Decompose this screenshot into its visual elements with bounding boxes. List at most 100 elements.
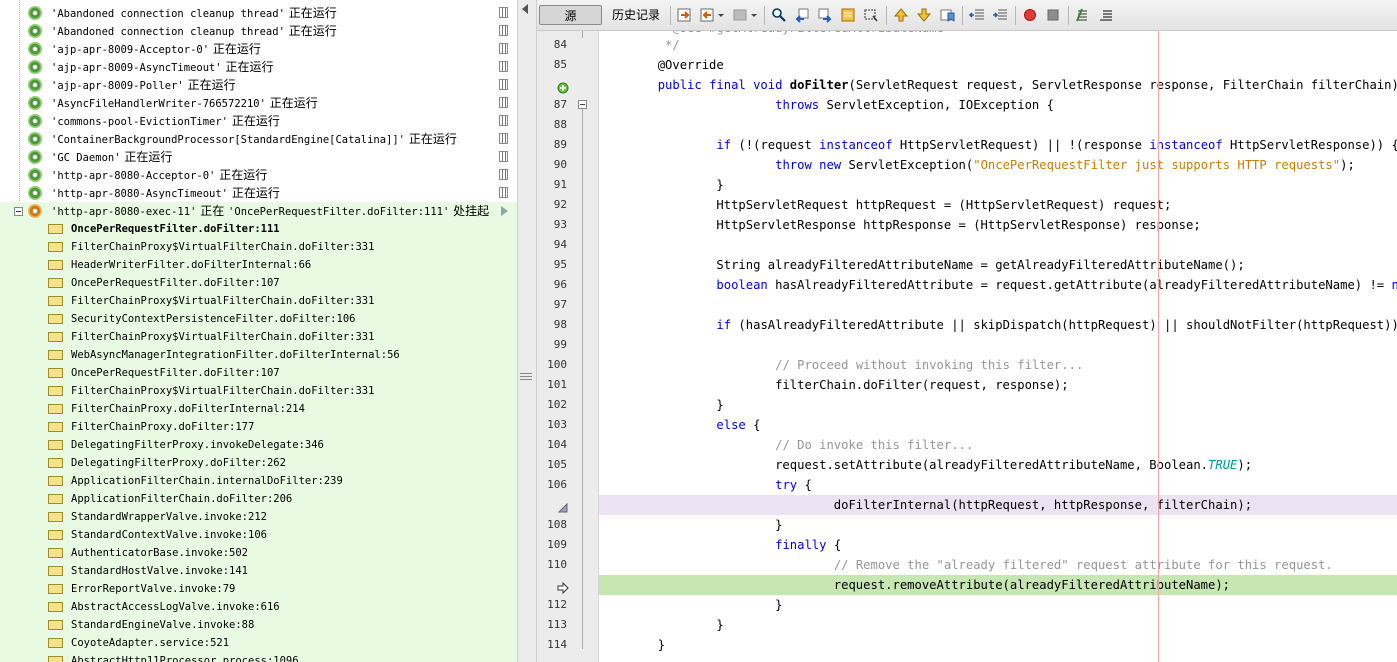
call-stack-frame[interactable]: HeaderWriterFilter.doFilterInternal:66 [0, 256, 517, 274]
thread-row[interactable]: 'Abandoned connection cleanup thread' 正在… [0, 4, 517, 22]
thread-row[interactable]: 'ajp-apr-8009-AsyncTimeout' 正在运行 [0, 58, 517, 76]
line-number[interactable]: 100 [537, 355, 567, 375]
thread-row[interactable]: 'ajp-apr-8009-Poller' 正在运行 [0, 76, 517, 94]
code-line[interactable]: } [599, 395, 1397, 415]
thread-row[interactable]: 'AsyncFileHandlerWriter-766572210' 正在运行 [0, 94, 517, 112]
expand-toggle-icon[interactable] [14, 207, 23, 216]
find-previous-icon[interactable] [794, 7, 810, 23]
stop-macro-recording-icon[interactable] [1045, 7, 1061, 23]
thread-row[interactable]: 'http-apr-8080-AsyncTimeout' 正在运行 [0, 184, 517, 202]
code-line[interactable]: // Do invoke this filter... [599, 435, 1397, 455]
back-dropdown-icon[interactable] [717, 7, 725, 23]
breakpoint-annotation-icon[interactable] [557, 499, 569, 513]
current-execution-line[interactable]: request.removeAttribute(alreadyFilteredA… [599, 575, 1397, 595]
thread-row[interactable]: 'ContainerBackgroundProcessor[StandardEn… [0, 130, 517, 148]
code-editor[interactable]: 84 85 87 88 89 90 91 92 93 94 95 96 97 98 99 100 101 102 1… [537, 31, 1397, 662]
find-icon[interactable] [771, 7, 787, 23]
program-counter-icon[interactable] [557, 579, 569, 595]
line-number[interactable]: 90 [537, 155, 567, 175]
line-number[interactable]: 101 [537, 375, 567, 395]
call-stack-frame[interactable]: FilterChainProxy$VirtualFilterChain.doFi… [0, 382, 517, 400]
panel-splitter[interactable] [517, 0, 537, 662]
code-line[interactable]: filterChain.doFilter(request, response); [599, 375, 1397, 395]
suspend-thread-icon[interactable] [499, 61, 508, 72]
code-line[interactable]: String alreadyFilteredAttributeName = ge… [599, 255, 1397, 275]
shift-line-left-icon[interactable] [969, 7, 985, 23]
thread-row-suspended[interactable]: 'http-apr-8080-exec-11' 正在 'OncePerReque… [0, 202, 517, 220]
call-stack-frame[interactable]: ApplicationFilterChain.internalDoFilter:… [0, 472, 517, 490]
toggle-highlight-icon[interactable] [840, 7, 856, 23]
code-line[interactable]: if (!(request instanceof HttpServletRequ… [599, 135, 1397, 155]
suspend-thread-icon[interactable] [499, 169, 508, 180]
call-stack-frame[interactable]: ErrorReportValve.invoke:79 [0, 580, 517, 598]
suspend-thread-icon[interactable] [499, 187, 508, 198]
line-number[interactable]: 112 [537, 595, 567, 615]
forward-icon[interactable] [733, 7, 749, 23]
line-number[interactable]: 114 [537, 635, 567, 655]
call-stack-frame[interactable]: AuthenticatorBase.invoke:502 [0, 544, 517, 562]
code-line[interactable]: else { [599, 415, 1397, 435]
tab-source[interactable]: 源 [539, 5, 602, 25]
call-stack-frame[interactable]: OncePerRequestFilter.doFilter:111 [0, 220, 517, 238]
call-stack-frame[interactable]: FilterChainProxy$VirtualFilterChain.doFi… [0, 292, 517, 310]
code-line[interactable]: // Remove the "already filtered" request… [599, 555, 1397, 575]
code-line[interactable]: } [599, 175, 1397, 195]
code-line[interactable]: } [599, 635, 1397, 655]
uncomment-icon[interactable] [1098, 7, 1114, 23]
line-number[interactable]: 88 [537, 115, 567, 135]
line-number[interactable]: 99 [537, 335, 567, 355]
code-line[interactable]: } [599, 515, 1397, 535]
code-line[interactable] [599, 295, 1397, 315]
code-line[interactable]: doFilterInternal(httpRequest, httpRespon… [599, 495, 1397, 515]
thread-row[interactable]: 'http-apr-8080-Acceptor-0' 正在运行 [0, 166, 517, 184]
suspend-thread-icon[interactable] [499, 79, 508, 90]
code-line[interactable]: finally { [599, 535, 1397, 555]
call-stack-frame[interactable]: FilterChainProxy.doFilterInternal:214 [0, 400, 517, 418]
code-line[interactable]: boolean hasAlreadyFilteredAttribute = re… [599, 275, 1397, 295]
code-line[interactable]: } [599, 595, 1397, 615]
comment-icon[interactable] [1075, 7, 1091, 23]
call-stack-frame[interactable]: AbstractAccessLogValve.invoke:616 [0, 598, 517, 616]
call-stack-frame[interactable]: SecurityContextPersistenceFilter.doFilte… [0, 310, 517, 328]
collapse-arrow-icon[interactable] [522, 4, 528, 14]
line-number[interactable]: 87 [537, 95, 567, 115]
suspend-thread-icon[interactable] [499, 115, 508, 126]
line-number[interactable]: 94 [537, 235, 567, 255]
line-number[interactable]: 84 [537, 35, 567, 55]
call-stack-frame[interactable]: ApplicationFilterChain.doFilter:206 [0, 490, 517, 508]
line-number[interactable]: 96 [537, 275, 567, 295]
code-line[interactable]: throw new ServletException("OncePerReque… [599, 155, 1397, 175]
back-icon[interactable] [700, 7, 716, 23]
call-stack-frame[interactable]: AbstractHttp11Processor.process:1096 [0, 652, 517, 662]
line-number[interactable]: 85 [537, 55, 567, 75]
code-line[interactable]: // Proceed without invoking this filter.… [599, 355, 1397, 375]
line-number[interactable]: 89 [537, 135, 567, 155]
line-number[interactable]: 108 [537, 515, 567, 535]
thread-row[interactable]: 'Abandoned connection cleanup thread' 正在… [0, 22, 517, 40]
line-number[interactable]: 110 [537, 555, 567, 575]
line-number[interactable]: 97 [537, 295, 567, 315]
line-number[interactable]: 102 [537, 395, 567, 415]
code-line[interactable]: HttpServletResponse httpResponse = (Http… [599, 215, 1397, 235]
code-line[interactable] [599, 235, 1397, 255]
call-stack-frame[interactable]: StandardWrapperValve.invoke:212 [0, 508, 517, 526]
code-line[interactable]: request.setAttribute(alreadyFilteredAttr… [599, 455, 1397, 475]
toggle-rectangular-selection-icon[interactable] [863, 7, 879, 23]
call-stack-frame[interactable]: StandardContextValve.invoke:106 [0, 526, 517, 544]
last-edit-icon[interactable] [677, 7, 693, 23]
suspend-thread-icon[interactable] [499, 151, 508, 162]
code-line[interactable]: HttpServletRequest httpRequest = (HttpSe… [599, 195, 1397, 215]
suspend-thread-icon[interactable] [499, 43, 508, 54]
call-stack-frame[interactable]: OncePerRequestFilter.doFilter:107 [0, 274, 517, 292]
line-number[interactable]: 113 [537, 615, 567, 635]
call-stack-frame[interactable]: FilterChainProxy$VirtualFilterChain.doFi… [0, 238, 517, 256]
tab-history[interactable]: 历史记录 [610, 5, 662, 25]
code-line[interactable]: public final void doFilter(ServletReques… [599, 75, 1397, 95]
code-line[interactable]: } [599, 615, 1397, 635]
forward-dropdown-icon[interactable] [750, 7, 758, 23]
shift-line-right-icon[interactable] [992, 7, 1008, 23]
start-macro-recording-icon[interactable] [1022, 7, 1038, 23]
thread-row[interactable]: 'GC Daemon' 正在运行 [0, 148, 517, 166]
line-number[interactable]: 106 [537, 475, 567, 495]
splitter-grip-icon[interactable] [520, 372, 532, 380]
